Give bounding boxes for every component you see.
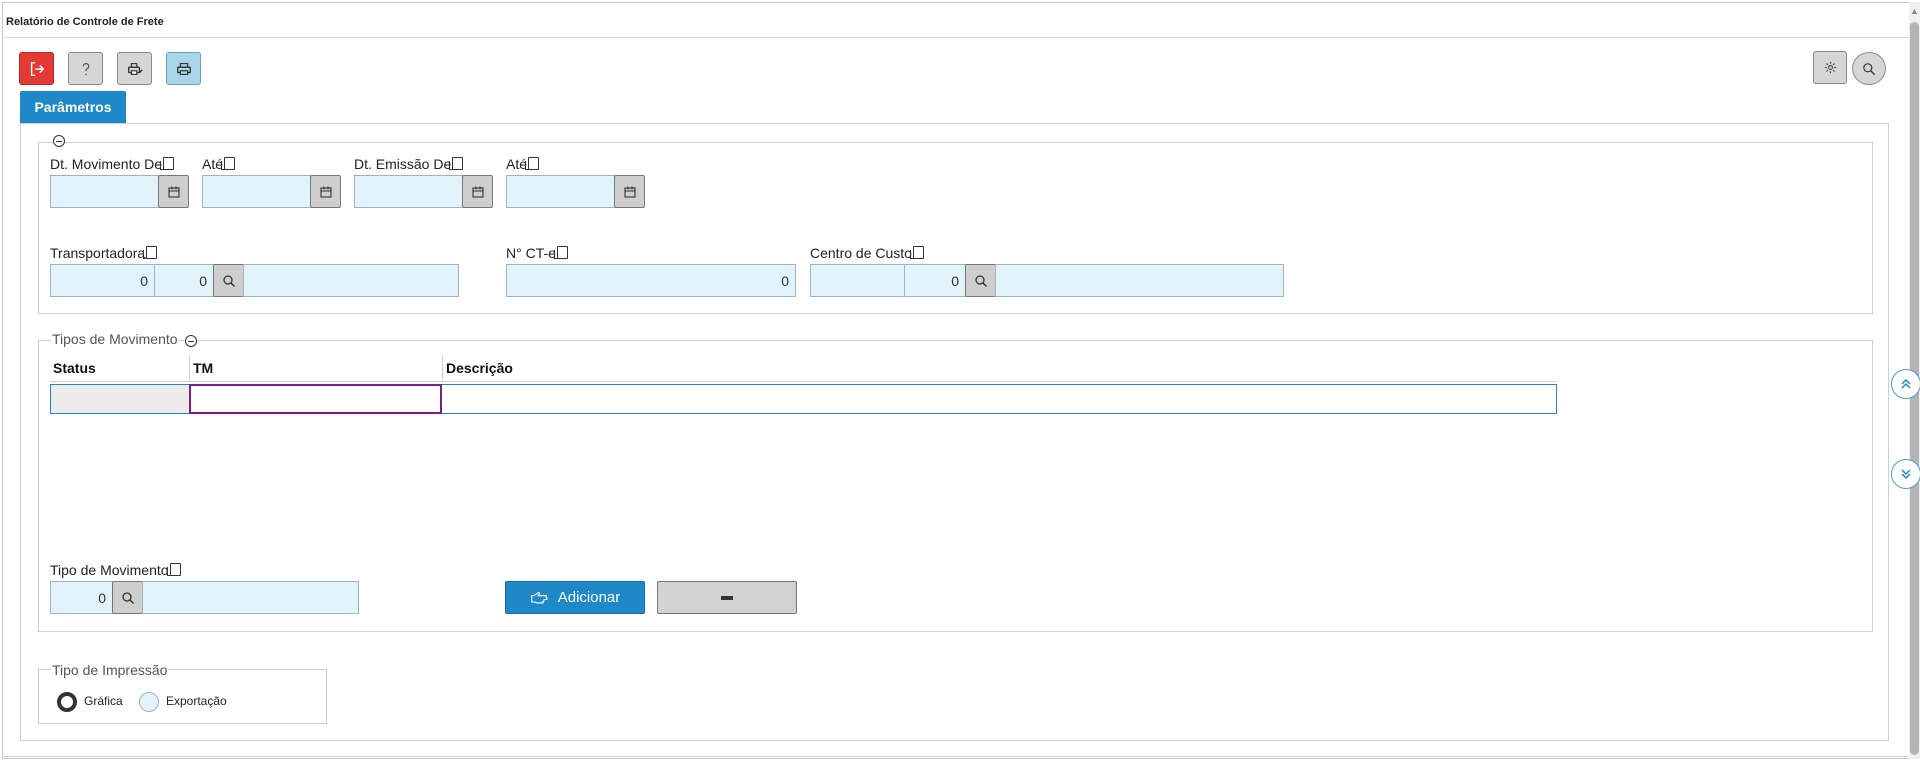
transportadora-description-field[interactable]: [243, 264, 459, 297]
global-search-button[interactable]: [1852, 52, 1886, 85]
add-button[interactable]: Adicionar: [505, 581, 645, 614]
window-bottom-border: [2, 756, 1908, 757]
tm-cell[interactable]: [189, 384, 442, 414]
radio-exportacao-label[interactable]: Exportação: [166, 694, 227, 708]
help-icon: [82, 62, 89, 75]
window-title: Relatório de Controle de Frete: [6, 16, 164, 28]
gear-icon: [1824, 61, 1836, 74]
transportadora-code1-field[interactable]: 0: [50, 264, 155, 297]
dt-emissao-ate-field[interactable]: [506, 175, 615, 208]
calendar-icon: [471, 186, 484, 198]
copy-icon[interactable]: [166, 563, 181, 576]
print-button[interactable]: [166, 52, 201, 85]
scroll-up-arrow-icon[interactable]: ▲: [1910, 4, 1919, 18]
column-header-tm[interactable]: TM: [189, 355, 442, 382]
double-chevron-down-icon: [1901, 469, 1911, 480]
descricao-cell: [443, 385, 1556, 413]
copy-icon[interactable]: [909, 246, 924, 259]
remove-button[interactable]: [657, 581, 797, 614]
minus-icon: [721, 595, 733, 600]
centro-custo-label: Centro de Custo: [810, 245, 924, 261]
settings-button[interactable]: [1813, 51, 1847, 84]
search-icon: [222, 274, 235, 287]
dt-movimento-ate-calendar-button[interactable]: [310, 175, 341, 208]
n-cte-field[interactable]: 0: [506, 264, 796, 297]
tipo-movimento-search-button[interactable]: [112, 581, 143, 614]
copy-icon[interactable]: [553, 246, 568, 259]
dt-emissao-ate-label: Até: [506, 156, 540, 172]
transportadora-label: Transportadora: [50, 245, 158, 261]
add-button-label: Adicionar: [557, 589, 621, 606]
collapse-tipos-movimento-icon[interactable]: [185, 335, 197, 347]
column-header-descricao[interactable]: Descrição: [442, 355, 1557, 382]
transportadora-search-button[interactable]: [213, 264, 244, 297]
centro-custo-code2-field[interactable]: 0: [904, 264, 966, 297]
radio-grafica[interactable]: [57, 692, 77, 712]
print-preview-icon: [127, 62, 143, 75]
scroll-top-button[interactable]: [1891, 369, 1920, 399]
search-icon: [1863, 62, 1876, 75]
help-button[interactable]: [68, 52, 103, 85]
title-divider: [2, 37, 1910, 38]
content-top-border: [20, 123, 1888, 124]
dt-movimento-de-label: Dt. Movimento De: [50, 156, 175, 172]
exit-icon: [30, 61, 44, 76]
calendar-icon: [319, 186, 332, 198]
dt-emissao-de-calendar-button[interactable]: [462, 175, 493, 208]
dt-movimento-ate-label: Até: [202, 156, 236, 172]
double-chevron-up-icon: [1901, 378, 1911, 389]
content-bottom-border: [20, 740, 1888, 741]
n-cte-label: N° CT-e: [506, 245, 568, 261]
column-header-status[interactable]: Status: [50, 355, 189, 382]
search-icon: [974, 274, 987, 287]
scroll-bottom-button[interactable]: [1891, 459, 1920, 489]
dt-movimento-ate-field[interactable]: [202, 175, 311, 208]
content-right-border: [1888, 123, 1889, 741]
radio-grafica-label[interactable]: Gráfica: [84, 694, 123, 708]
search-icon: [121, 591, 134, 604]
calendar-icon: [623, 186, 636, 198]
tipo-movimento-label: Tipo de Movimento: [50, 562, 181, 578]
centro-custo-description-field[interactable]: [995, 264, 1284, 297]
tab-parametros[interactable]: Parâmetros: [20, 91, 126, 123]
print-preview-button[interactable]: [117, 52, 152, 85]
copy-icon[interactable]: [143, 246, 158, 259]
dt-emissao-de-field[interactable]: [354, 175, 463, 208]
calendar-icon: [167, 186, 180, 198]
dt-emissao-de-label: Dt. Emissão De: [354, 156, 464, 172]
tipo-movimento-code-field[interactable]: 0: [50, 581, 113, 614]
centro-custo-code1-field[interactable]: [810, 264, 905, 297]
tipos-movimento-legend: Tipos de Movimento: [51, 331, 179, 347]
dt-movimento-de-field[interactable]: [50, 175, 159, 208]
copy-icon[interactable]: [221, 157, 236, 170]
content-left-border: [20, 123, 21, 741]
tipo-impressao-legend: Tipo de Impressão: [51, 662, 169, 678]
centro-custo-search-button[interactable]: [965, 264, 996, 297]
copy-icon[interactable]: [449, 157, 464, 170]
copy-icon[interactable]: [160, 157, 175, 170]
radio-exportacao[interactable]: [139, 692, 159, 712]
exit-button[interactable]: [19, 52, 54, 85]
tipo-movimento-description-field[interactable]: [142, 581, 359, 614]
transportadora-code2-field[interactable]: 0: [154, 264, 214, 297]
print-icon: [176, 62, 191, 75]
status-cell: [51, 385, 189, 413]
dt-movimento-de-calendar-button[interactable]: [158, 175, 189, 208]
collapse-parameters-icon[interactable]: [53, 135, 65, 147]
copy-icon[interactable]: [525, 157, 540, 170]
hand-pointer-icon: [530, 591, 548, 604]
dt-emissao-ate-calendar-button[interactable]: [614, 175, 645, 208]
